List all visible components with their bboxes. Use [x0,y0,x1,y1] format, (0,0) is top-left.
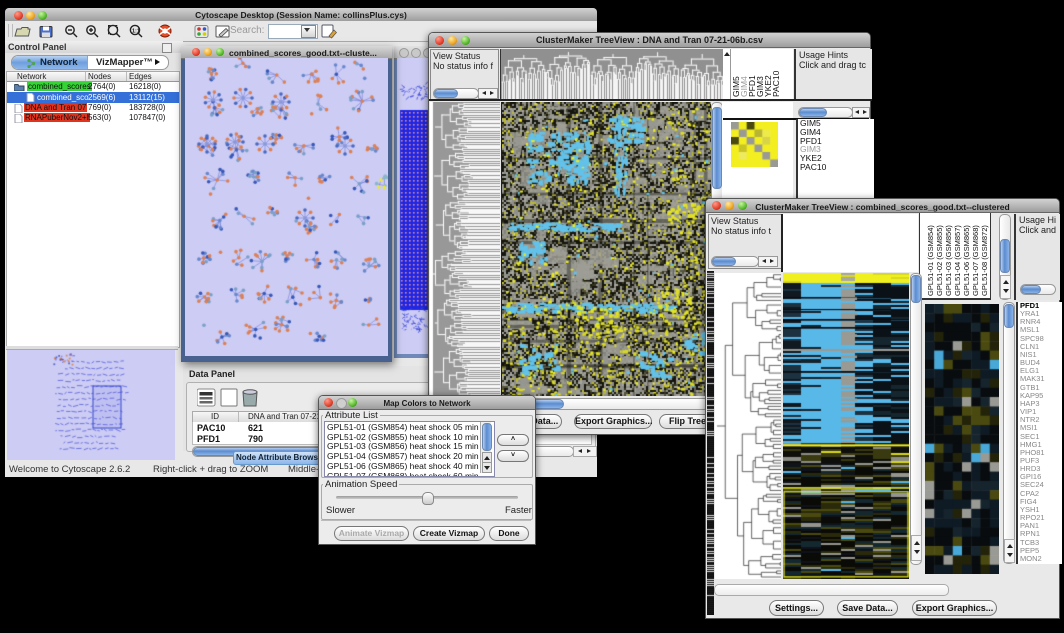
svg-text:1:1: 1:1 [132,29,140,35]
